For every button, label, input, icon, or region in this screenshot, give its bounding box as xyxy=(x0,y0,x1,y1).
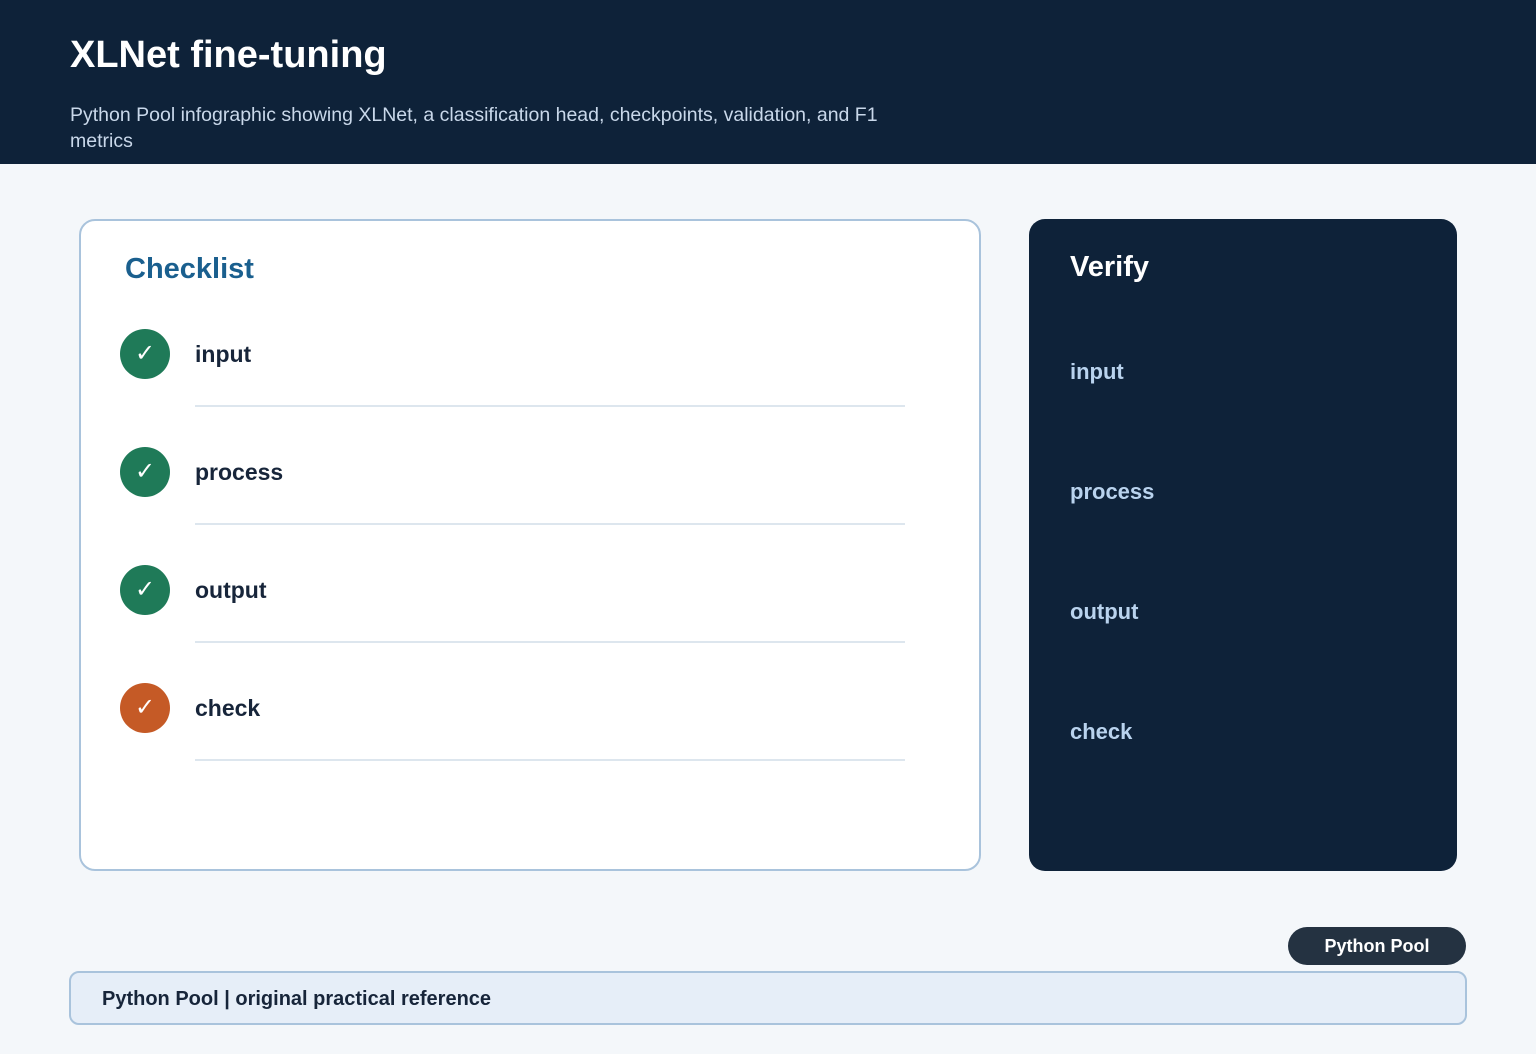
checklist-item-label: input xyxy=(195,341,252,367)
verify-item-process: process xyxy=(1070,479,1155,504)
divider xyxy=(195,523,905,525)
checklist-item-process: ✓ process xyxy=(81,447,981,565)
check-icon: ✓ xyxy=(120,447,170,497)
verify-item-output: output xyxy=(1070,599,1139,624)
checklist-item-input: ✓ input xyxy=(81,329,981,447)
verify-title: Verify xyxy=(1070,251,1149,283)
verify-item-input: input xyxy=(1070,359,1124,384)
checklist-item-check: ✓ check xyxy=(81,683,981,801)
brand-badge: Python Pool xyxy=(1288,927,1466,965)
divider xyxy=(195,759,905,761)
page-subtitle: Python Pool infographic showing XLNet, a… xyxy=(70,104,878,152)
checklist-title: Checklist xyxy=(125,253,254,285)
footer-bar: Python Pool | original practical referen… xyxy=(69,971,1467,1025)
verify-item-check: check xyxy=(1070,719,1133,744)
divider xyxy=(195,641,905,643)
check-icon: ✓ xyxy=(120,565,170,615)
checklist-item-output: ✓ output xyxy=(81,565,981,683)
checklist-item-label: process xyxy=(195,459,284,485)
checklist-item-label: output xyxy=(195,577,267,603)
divider xyxy=(195,405,905,407)
checklist-card: Checklist ✓ input ✓ process ✓ output ✓ c… xyxy=(79,219,981,871)
footer-text: Python Pool | original practical referen… xyxy=(102,988,492,1010)
check-icon: ✓ xyxy=(120,329,170,379)
page-title: XLNet fine-tuning xyxy=(70,34,387,76)
check-icon: ✓ xyxy=(120,683,170,733)
header: XLNet fine-tuning Python Pool infographi… xyxy=(0,0,1536,164)
checklist-item-label: check xyxy=(195,695,261,721)
verify-card: Verify input process output check xyxy=(1029,219,1457,871)
